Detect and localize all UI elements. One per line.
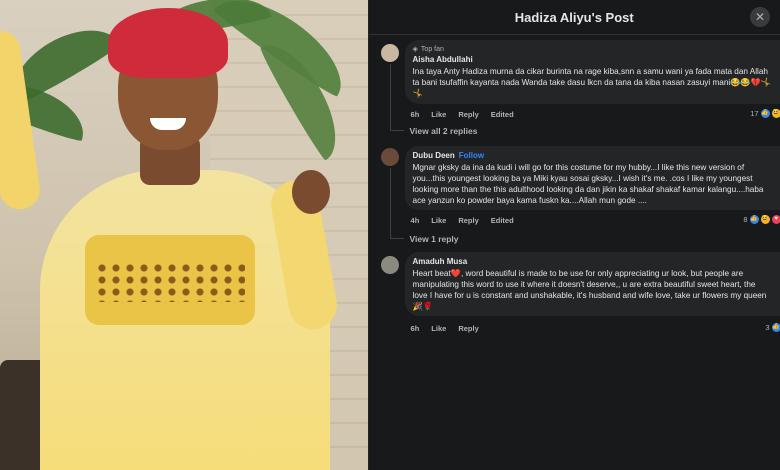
thread-line (389, 64, 391, 130)
comment-text: Heart beat❤️, word beautiful is made to … (412, 269, 767, 311)
thread-line (389, 168, 391, 238)
like-button[interactable]: Like (431, 110, 446, 119)
like-button[interactable]: Like (431, 216, 446, 225)
comments-panel: Hadiza Aliyu's Post ✕ ◈ Top fan Aisha Ab… (367, 0, 780, 470)
top-fan-label: Top fan (420, 45, 444, 53)
belt-pattern (95, 262, 245, 302)
close-icon[interactable]: ✕ (750, 7, 770, 27)
comment-actions: 4h Like Reply Edited (411, 216, 514, 225)
reaction-number: 3 (765, 323, 770, 332)
post-title: Hadiza Aliyu's Post (514, 9, 634, 25)
top-fan-badge-icon: ◈ (412, 46, 418, 53)
thread-line-branch (389, 130, 404, 131)
timestamp[interactable]: 6h (411, 110, 420, 119)
comment-text: Ina taya Anty Hadiza murna da cikar buri… (412, 67, 772, 98)
comment-bubble: Amaduh Musa Heart beat❤️, word beautiful… (404, 252, 780, 316)
reply-button[interactable]: Reply (458, 110, 478, 119)
follow-button[interactable]: Follow (459, 151, 484, 160)
edited-label[interactable]: Edited (491, 110, 514, 119)
like-reaction-icon: 👍 (760, 109, 770, 118)
reaction-count[interactable]: 8 👍 😆 ♥ (743, 215, 780, 224)
reaction-number: 8 (743, 215, 748, 224)
avatar[interactable] (380, 256, 399, 274)
thread-line-branch (389, 238, 404, 239)
view-replies-link[interactable]: View 1 reply (410, 234, 459, 244)
like-reaction-icon: 👍 (771, 323, 780, 332)
timestamp[interactable]: 4h (411, 216, 420, 225)
love-reaction-icon: ♥ (771, 215, 780, 224)
like-reaction-icon: 👍 (749, 215, 759, 224)
comment-bubble: Dubu Deen Follow Mgnar gksky da ina da ku… (404, 146, 780, 210)
reaction-number: 17 (750, 109, 759, 118)
comment-bubble: ◈ Top fan Aisha Abdullahi Ina taya Anty … (404, 40, 780, 104)
reaction-count[interactable]: 3 👍 (765, 323, 780, 332)
comment-actions: 6h Like Reply Edited (411, 110, 514, 119)
reaction-count[interactable]: 17 👍 😆 (750, 109, 780, 118)
right-hand (292, 170, 330, 214)
commenter-name-text[interactable]: Dubu Deen (413, 151, 455, 160)
haha-reaction-icon: 😆 (771, 109, 780, 118)
avatar[interactable] (380, 148, 399, 166)
comment-text: Mgnar gksky da ina da kudi i will go for… (412, 163, 764, 205)
comment-thread: Dubu Deen Follow Mgnar gksky da ina da ku… (377, 146, 780, 246)
timestamp[interactable]: 6h (411, 324, 420, 333)
edited-label[interactable]: Edited (491, 216, 514, 225)
reply-button[interactable]: Reply (458, 324, 478, 333)
commenter-name[interactable]: Amaduh Musa (413, 257, 773, 266)
comment-thread: Amaduh Musa Heart beat❤️, word beautiful… (377, 252, 780, 342)
reply-button[interactable]: Reply (458, 216, 478, 225)
comment-actions: 6h Like Reply (411, 324, 479, 333)
avatar[interactable] (380, 44, 399, 62)
view-replies-link[interactable]: View all 2 replies (410, 126, 478, 136)
top-fan-badge: ◈ Top fan (412, 45, 773, 54)
post-photo[interactable] (0, 0, 368, 470)
commenter-name[interactable]: Aisha Abdullahi (413, 55, 773, 64)
commenter-name: Dubu Deen Follow (413, 151, 773, 160)
red-headwrap (108, 8, 228, 78)
like-button[interactable]: Like (431, 324, 446, 333)
haha-reaction-icon: 😆 (760, 215, 770, 224)
post-header: Hadiza Aliyu's Post ✕ (368, 0, 780, 35)
comment-thread: ◈ Top fan Aisha Abdullahi Ina taya Anty … (377, 40, 780, 140)
